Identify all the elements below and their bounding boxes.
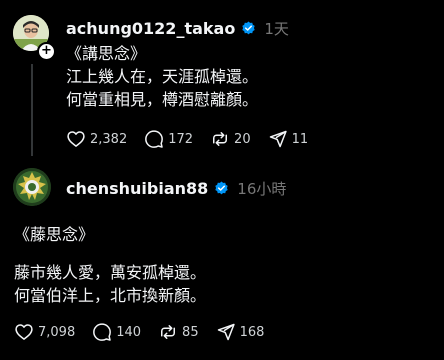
post-text-line: 藤市幾人愛，萬安孤棹還。 xyxy=(14,263,207,282)
like-count: 7,098 xyxy=(38,324,76,340)
send-arrow-icon xyxy=(269,130,287,148)
username[interactable]: achung0122_takao xyxy=(66,19,235,38)
post-text-line: 江上幾人在，天涯孤棹還。 xyxy=(66,67,259,86)
post-timestamp: 1天 xyxy=(264,20,289,38)
post-actions: 2,382 172 20 11 xyxy=(66,129,325,149)
repost-arrows-icon xyxy=(161,325,176,339)
share-button[interactable]: 168 xyxy=(216,322,265,342)
post-text-line: 何當重相見，樽酒慰離顏。 xyxy=(66,90,259,109)
follow-plus-icon[interactable]: + xyxy=(37,42,56,61)
share-count: 11 xyxy=(291,131,309,147)
avatar[interactable] xyxy=(13,168,51,206)
thread-connector-line xyxy=(31,64,33,156)
like-button[interactable]: 7,098 xyxy=(14,322,75,342)
like-button[interactable]: 2,382 xyxy=(66,129,127,149)
post-header: chenshuibian88 16小時 xyxy=(66,178,286,199)
post-title: 《藤思念》 xyxy=(14,225,95,244)
post-text-line: 何當伯洋上，北市換新顏。 xyxy=(14,286,207,305)
thread-post: chenshuibian88 16小時 《藤思念》 藤市幾人愛，萬安孤棹還。 何… xyxy=(0,168,444,360)
repost-button[interactable]: 20 xyxy=(210,129,251,149)
post-header: achung0122_takao 1天 xyxy=(66,18,289,39)
comment-bubble-icon xyxy=(145,130,164,148)
repost-button[interactable]: 85 xyxy=(158,322,199,342)
comment-count: 140 xyxy=(116,324,142,340)
username[interactable]: chenshuibian88 xyxy=(66,179,208,198)
repost-count: 20 xyxy=(234,131,251,147)
comment-bubble-icon xyxy=(93,323,112,341)
share-button[interactable]: 11 xyxy=(268,129,309,149)
comment-count: 172 xyxy=(168,131,194,147)
verified-check-icon xyxy=(214,181,229,196)
share-count: 168 xyxy=(239,324,265,340)
comment-button[interactable]: 140 xyxy=(92,322,141,342)
post-actions: 7,098 140 85 168 xyxy=(14,322,281,342)
repost-count: 85 xyxy=(182,324,199,340)
post-timestamp: 16小時 xyxy=(237,180,287,198)
heart-icon xyxy=(15,324,33,340)
repost-arrows-icon xyxy=(213,132,228,146)
like-count: 2,382 xyxy=(90,131,128,147)
comment-button[interactable]: 172 xyxy=(144,129,193,149)
send-arrow-icon xyxy=(217,323,235,341)
post-title: 《講思念》 xyxy=(66,44,147,63)
thread-post: + achung0122_takao 1天 《講思念》 江上幾人在，天涯孤棹還。… xyxy=(0,0,444,168)
heart-icon xyxy=(67,131,85,147)
verified-check-icon xyxy=(241,21,256,36)
